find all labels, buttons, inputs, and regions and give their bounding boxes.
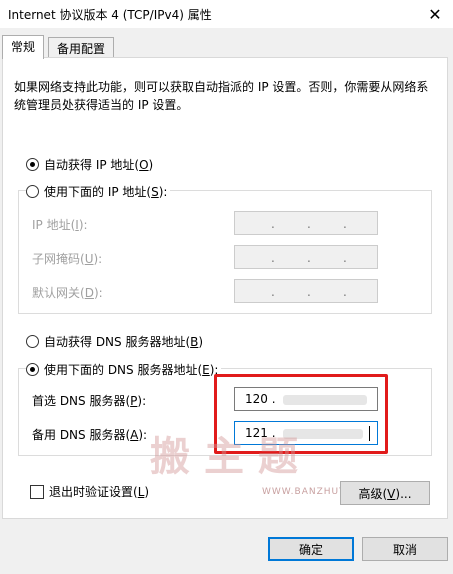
title-bar: Internet 协议版本 4 (TCP/IPv4) 属性 ✕ (0, 0, 453, 28)
tab-alternate-config-label: 备用配置 (57, 42, 106, 56)
radio-icon (26, 363, 39, 376)
tab-general[interactable]: 常规 (2, 35, 45, 59)
close-button[interactable]: ✕ (417, 0, 453, 28)
auto-dns-radio[interactable]: 自动获得 DNS 服务器地址(B) (26, 333, 207, 350)
default-gateway-label: 默认网关(D): (32, 286, 103, 300)
radio-selected-dot (30, 162, 35, 167)
window-title: Internet 协议版本 4 (TCP/IPv4) 属性 (8, 8, 212, 22)
manual-dns-radio[interactable]: 使用下面的 DNS 服务器地址(E): (26, 361, 222, 378)
manual-ip-radio[interactable]: 使用下面的 IP 地址(S): (26, 183, 171, 200)
advanced-button[interactable]: 高级(V)... (340, 481, 430, 505)
manual-dns-label: 使用下面的 DNS 服务器地址(E): (44, 363, 219, 377)
ok-button[interactable]: 确定 (268, 537, 354, 561)
close-icon: ✕ (428, 4, 442, 24)
tab-general-label: 常规 (11, 40, 36, 54)
tab-alternate-config[interactable]: 备用配置 (48, 37, 115, 59)
default-gateway-input[interactable]: ... (234, 279, 378, 303)
ip-address-input[interactable]: ... (234, 211, 378, 235)
manual-ip-label: 使用下面的 IP 地址(S): (44, 185, 168, 199)
subnet-mask-input[interactable]: ... (234, 245, 378, 269)
checkbox-icon (30, 484, 44, 499)
validate-settings-checkbox[interactable]: 退出时验证设置(L) (30, 483, 149, 500)
subnet-mask-label: 子网掩码(U): (32, 252, 103, 266)
preferred-dns-label: 首选 DNS 服务器(P): (32, 394, 147, 408)
radio-selected-dot (30, 367, 35, 372)
radio-icon (26, 335, 39, 348)
description-text: 如果网络支持此功能，则可以获取自动指派的 IP 设置。否则，你需要从网络系统管理… (14, 80, 429, 112)
radio-icon (26, 185, 39, 198)
validate-settings-label: 退出时验证设置(L) (49, 485, 150, 499)
auto-dns-label: 自动获得 DNS 服务器地址(B) (44, 335, 204, 349)
advanced-button-label: 高级(V)... (358, 486, 412, 501)
cancel-button[interactable]: 取消 (362, 537, 448, 561)
auto-ip-radio[interactable]: 自动获得 IP 地址(O) (26, 156, 157, 173)
ip-address-label: IP 地址(I): (32, 218, 88, 232)
watermark: 搬主题 (150, 433, 312, 480)
auto-ip-label: 自动获得 IP 地址(O) (44, 158, 154, 172)
alternate-dns-label: 备用 DNS 服务器(A): (32, 428, 148, 442)
radio-icon (26, 158, 39, 171)
